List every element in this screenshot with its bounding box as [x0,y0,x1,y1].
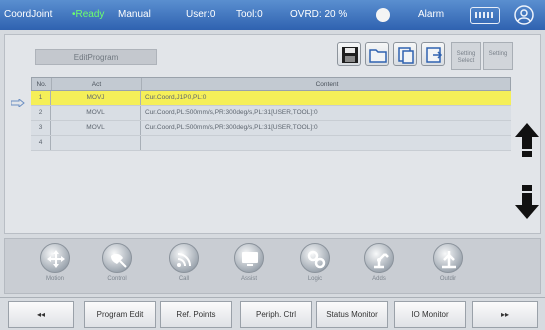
prev-page-button[interactable]: ◂◂ [8,301,74,328]
category-label: Control [107,276,127,282]
category-label: Assist [240,276,257,282]
paste-icon [426,47,443,63]
row-content [145,136,505,150]
user-icon[interactable] [514,5,534,25]
col-content-header: Content [315,81,339,88]
control-category[interactable]: Control [89,243,145,293]
user-frame[interactable]: User:0 [186,9,215,20]
keyboard-icon[interactable] [470,7,500,24]
category-label: Outdir [439,276,457,282]
current-line-arrow-icon [11,99,25,107]
override-speed[interactable]: OVRD: 20 % [290,9,347,20]
table-row[interactable]: 2 MOVL Cur.Coord,PL:500mm/s,PR:300deg/s,… [31,106,511,121]
ref-points-button[interactable]: Ref. Points [160,301,232,328]
motion-category[interactable]: Motion [27,243,83,293]
ready-status: •Ready [72,9,105,20]
category-label: Logic [307,276,323,282]
col-no-header: No. [32,78,52,90]
gears-icon [307,250,326,269]
col-act-header: Act [52,78,142,90]
scroll-down-arrow-icon[interactable] [515,185,539,219]
outdir-category[interactable]: Outdir [420,243,476,293]
move-arrows-icon [47,250,65,268]
teach-pendant-screen: CoordJoint •Ready Manual User:0 Tool:0 O… [0,0,545,330]
softkey-bar: ◂◂ Program Edit Ref. Points Periph. Ctrl… [0,297,545,330]
adds-category[interactable]: Adds [351,243,407,293]
category-label: Adds [372,276,386,282]
category-label: Call [178,276,190,282]
signal-icon [177,253,191,267]
next-page-button[interactable]: ▸▸ [472,301,538,328]
row-content: Cur.Coord,J1P0,PL:0 [145,94,207,101]
program-table: No. Act Content 1 MOVJ Cur.Coord,J1P0,PL… [31,77,511,151]
program-edit-button[interactable]: Program Edit [84,301,156,328]
category-label: Motion [45,276,64,282]
row-action: MOVL [51,121,141,135]
alarm-indicator-icon [376,8,390,22]
open-folder-icon [369,49,387,63]
program-edit-panel: EditProgram Setting Select Setting No. A… [4,34,541,234]
row-action: MOVL [51,106,141,120]
table-row[interactable]: 3 MOVL Cur.Coord,PL:500mm/s,PR:300deg/s,… [31,121,511,136]
status-monitor-button[interactable]: Status Monitor [316,301,388,328]
call-category[interactable]: Call [156,243,212,293]
copy-icon [398,47,414,64]
satellite-icon [111,253,127,268]
periph-ctrl-button[interactable]: Periph. Ctrl [240,301,312,328]
row-action: MOVJ [51,91,141,105]
alarm-label[interactable]: Alarm [418,9,444,20]
row-action [51,136,141,150]
page-title: EditProgram [35,49,157,65]
table-row[interactable]: 4 [31,136,511,151]
open-button[interactable] [365,42,389,66]
row-content: Cur.Coord,PL:500mm/s,PR:300deg/s,PL:31[U… [145,109,318,116]
robot-arm-icon [374,253,389,269]
table-row[interactable]: 1 MOVJ Cur.Coord,J1P0,PL:0 [31,91,511,106]
instruction-category-bar: Motion Control Call Assist Logic Adds Ou… [4,238,541,294]
paste-button[interactable] [421,42,445,66]
tool-frame[interactable]: Tool:0 [236,9,263,20]
save-button[interactable] [337,42,361,66]
tower-icon [442,251,456,269]
table-header: No. Act Content [31,77,511,91]
row-number: 2 [31,106,51,120]
copy-button[interactable] [393,42,417,66]
monitor-icon [242,252,258,266]
setting-select-button[interactable]: Setting Select [451,42,481,70]
status-bar: CoordJoint •Ready Manual User:0 Tool:0 O… [0,0,545,30]
row-number: 3 [31,121,51,135]
assist-category[interactable]: Assist [221,243,277,293]
setting-button[interactable]: Setting [483,42,513,70]
row-number: 4 [31,136,51,150]
save-icon [342,47,358,63]
run-mode[interactable]: Manual [118,9,151,20]
coord-mode[interactable]: CoordJoint [4,9,52,20]
scroll-up-arrow-icon[interactable] [515,123,539,157]
logic-category[interactable]: Logic [287,243,343,293]
io-monitor-button[interactable]: IO Monitor [394,301,466,328]
row-number: 1 [31,91,51,105]
row-content: Cur.Coord,PL:500mm/s,PR:300deg/s,PL:31[U… [145,124,318,131]
